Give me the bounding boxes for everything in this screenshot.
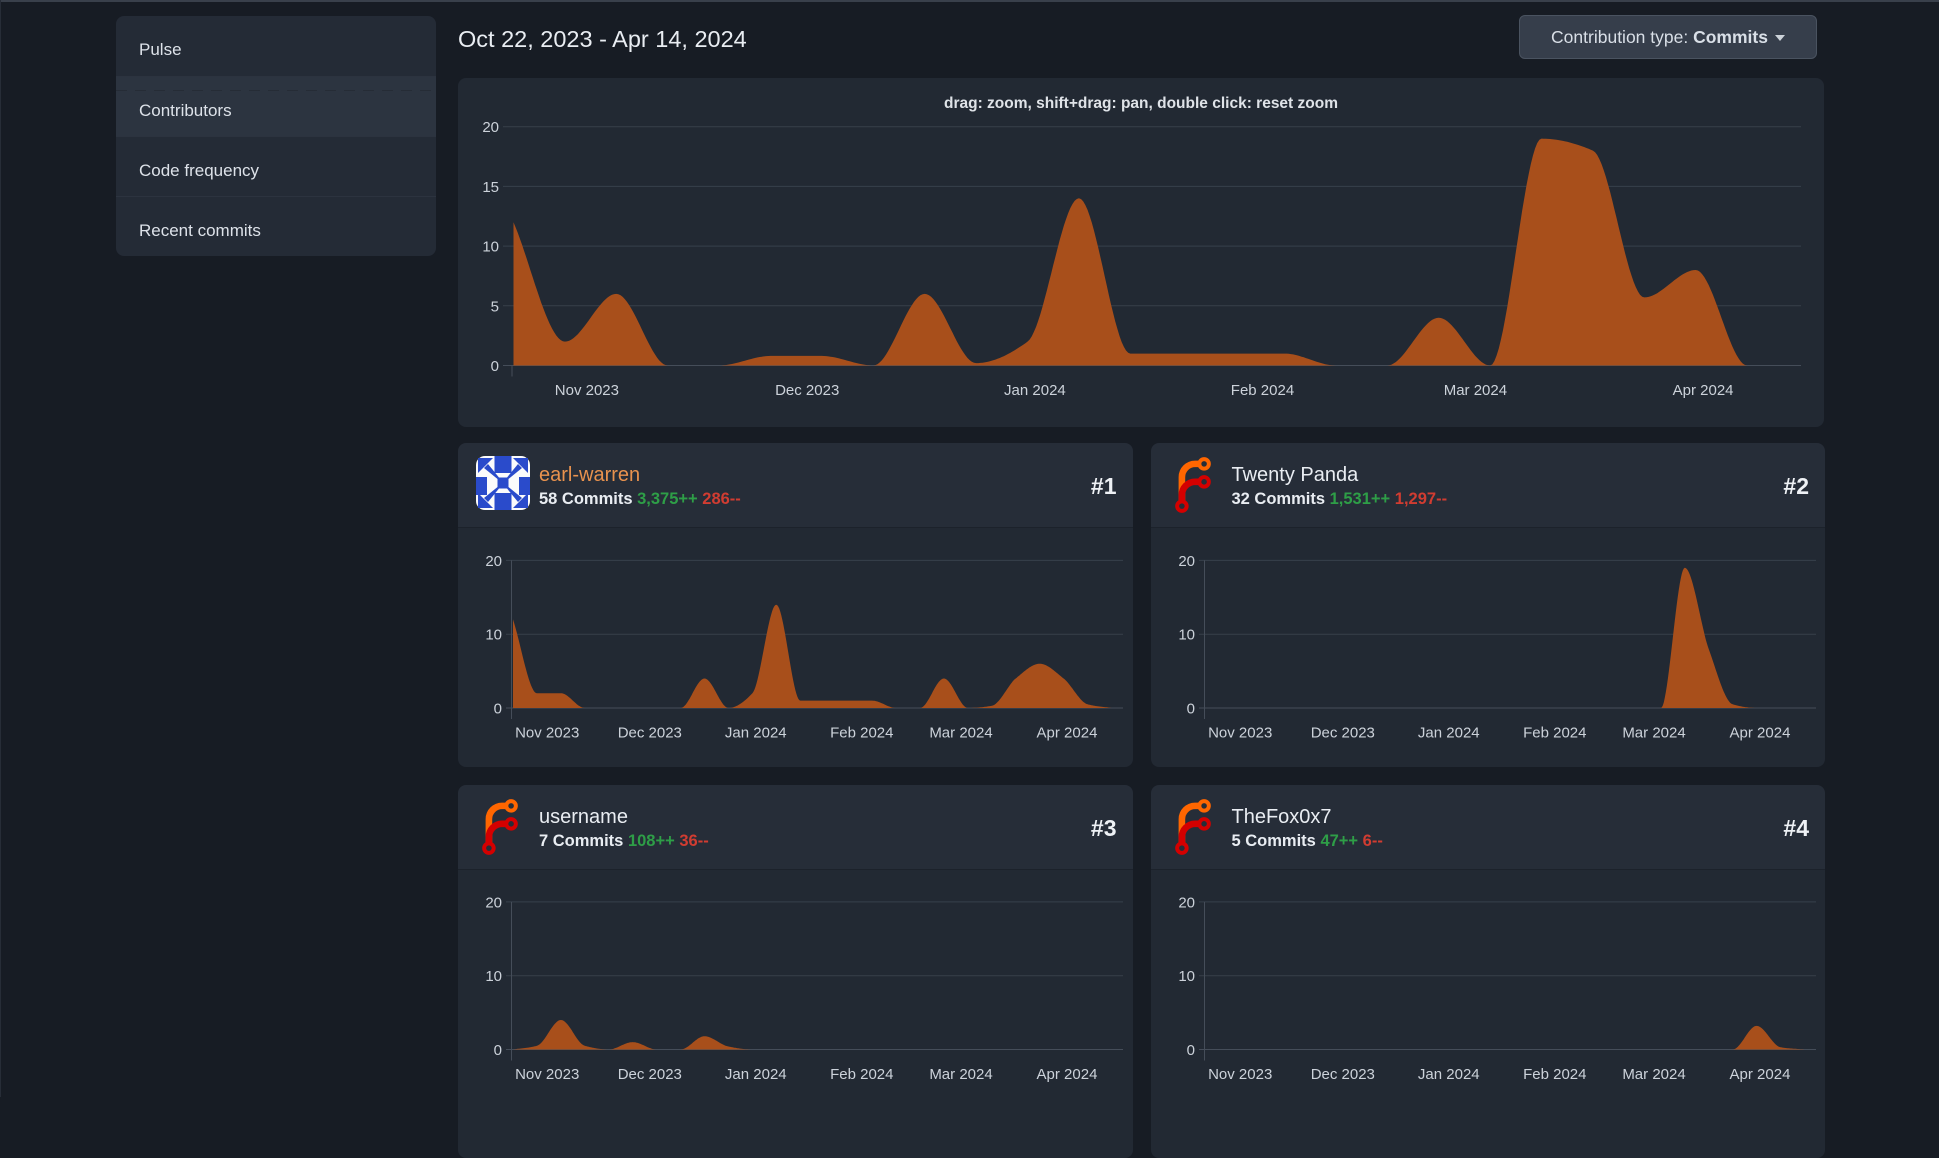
- svg-text:Mar 2024: Mar 2024: [929, 725, 992, 742]
- svg-text:10: 10: [485, 627, 502, 644]
- svg-text:0: 0: [494, 1042, 502, 1059]
- svg-text:20: 20: [485, 894, 502, 911]
- svg-text:0: 0: [491, 358, 499, 375]
- svg-text:Feb 2024: Feb 2024: [1523, 1066, 1586, 1083]
- svg-text:Jan 2024: Jan 2024: [1417, 1066, 1479, 1083]
- svg-text:20: 20: [485, 553, 502, 570]
- svg-text:20: 20: [482, 119, 499, 136]
- svg-text:Mar 2024: Mar 2024: [1622, 1066, 1685, 1083]
- svg-text:Apr 2024: Apr 2024: [1673, 382, 1734, 399]
- svg-text:10: 10: [1178, 968, 1195, 985]
- svg-text:Apr 2024: Apr 2024: [1037, 1066, 1098, 1083]
- svg-text:Nov 2023: Nov 2023: [555, 382, 619, 399]
- svg-text:Nov 2023: Nov 2023: [515, 725, 579, 742]
- svg-text:Feb 2024: Feb 2024: [1523, 725, 1586, 742]
- svg-text:10: 10: [485, 968, 502, 985]
- svg-text:Nov 2023: Nov 2023: [515, 1066, 579, 1083]
- svg-text:Jan 2024: Jan 2024: [1417, 725, 1479, 742]
- svg-text:Mar 2024: Mar 2024: [1622, 725, 1685, 742]
- svg-text:Feb 2024: Feb 2024: [830, 1066, 893, 1083]
- svg-text:10: 10: [482, 239, 499, 256]
- svg-text:10: 10: [1178, 627, 1195, 644]
- svg-text:Feb 2024: Feb 2024: [1231, 382, 1294, 399]
- svg-text:0: 0: [1186, 701, 1194, 718]
- svg-text:0: 0: [494, 701, 502, 718]
- svg-text:Nov 2023: Nov 2023: [1208, 725, 1272, 742]
- svg-text:Nov 2023: Nov 2023: [1208, 1066, 1272, 1083]
- svg-text:Apr 2024: Apr 2024: [1729, 1066, 1790, 1083]
- svg-text:Dec 2023: Dec 2023: [1310, 725, 1374, 742]
- svg-text:Jan 2024: Jan 2024: [1004, 382, 1066, 399]
- svg-text:5: 5: [491, 298, 499, 315]
- svg-text:Dec 2023: Dec 2023: [618, 725, 682, 742]
- svg-text:Mar 2024: Mar 2024: [1444, 382, 1507, 399]
- svg-text:Dec 2023: Dec 2023: [1310, 1066, 1374, 1083]
- svg-text:Apr 2024: Apr 2024: [1729, 725, 1790, 742]
- svg-text:15: 15: [482, 179, 499, 196]
- svg-text:Dec 2023: Dec 2023: [618, 1066, 682, 1083]
- svg-text:Jan 2024: Jan 2024: [725, 725, 787, 742]
- svg-text:Jan 2024: Jan 2024: [725, 1066, 787, 1083]
- svg-text:Feb 2024: Feb 2024: [830, 725, 893, 742]
- svg-text:Mar 2024: Mar 2024: [929, 1066, 992, 1083]
- svg-text:20: 20: [1178, 553, 1195, 570]
- svg-text:Apr 2024: Apr 2024: [1037, 725, 1098, 742]
- svg-text:Dec 2023: Dec 2023: [775, 382, 839, 399]
- svg-text:20: 20: [1178, 894, 1195, 911]
- svg-text:0: 0: [1186, 1042, 1194, 1059]
